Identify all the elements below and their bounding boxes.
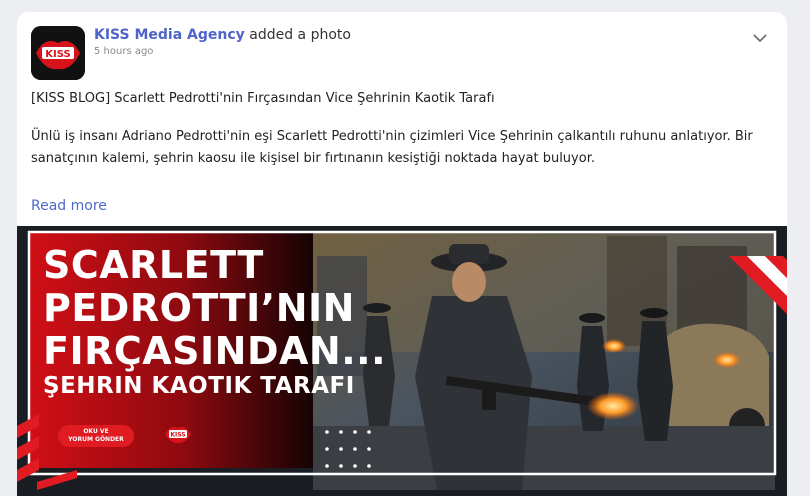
- post-header: KISS Media Agency added a photo: [94, 27, 351, 43]
- pill-line1: OKU VE: [83, 428, 109, 435]
- banner-logo-text: KISS: [170, 432, 185, 439]
- chevron-down-icon[interactable]: [751, 30, 769, 44]
- post-time[interactable]: 5 hours ago: [94, 46, 153, 57]
- banner-title-line3: FIRÇASINDAN...: [43, 329, 387, 373]
- post-body: Ünlü iş insanı Adriano Pedrotti'nin eşi …: [31, 129, 753, 166]
- avatar-logo-text: KISS: [45, 49, 70, 60]
- post-image[interactable]: SCARLETT PEDROTTI’NIN FIRÇASINDAN... ŞEH…: [17, 226, 787, 496]
- avatar[interactable]: KISS: [31, 26, 85, 80]
- read-more-link[interactable]: Read more: [31, 198, 107, 214]
- kiss-logo-icon: KISS: [163, 419, 193, 449]
- post-title: [KISS BLOG] Scarlett Pedrotti'nin Fırças…: [31, 91, 495, 106]
- author-link[interactable]: KISS Media Agency: [94, 27, 245, 43]
- banner-subtitle: ŞEHRIN KAOTIK TARAFI: [43, 373, 355, 399]
- banner-title-line2: PEDROTTI’NIN: [43, 286, 355, 330]
- post-card: KISS KISS Media Agency added a photo 5 h…: [17, 12, 787, 496]
- banner-title-line1: SCARLETT: [43, 243, 264, 287]
- read-and-comment-button: OKU VE YORUM GÖNDER: [58, 425, 134, 447]
- kiss-logo-icon: KISS: [31, 26, 85, 80]
- pill-line2: YORUM GÖNDER: [68, 436, 124, 443]
- post-action: added a photo: [249, 27, 351, 43]
